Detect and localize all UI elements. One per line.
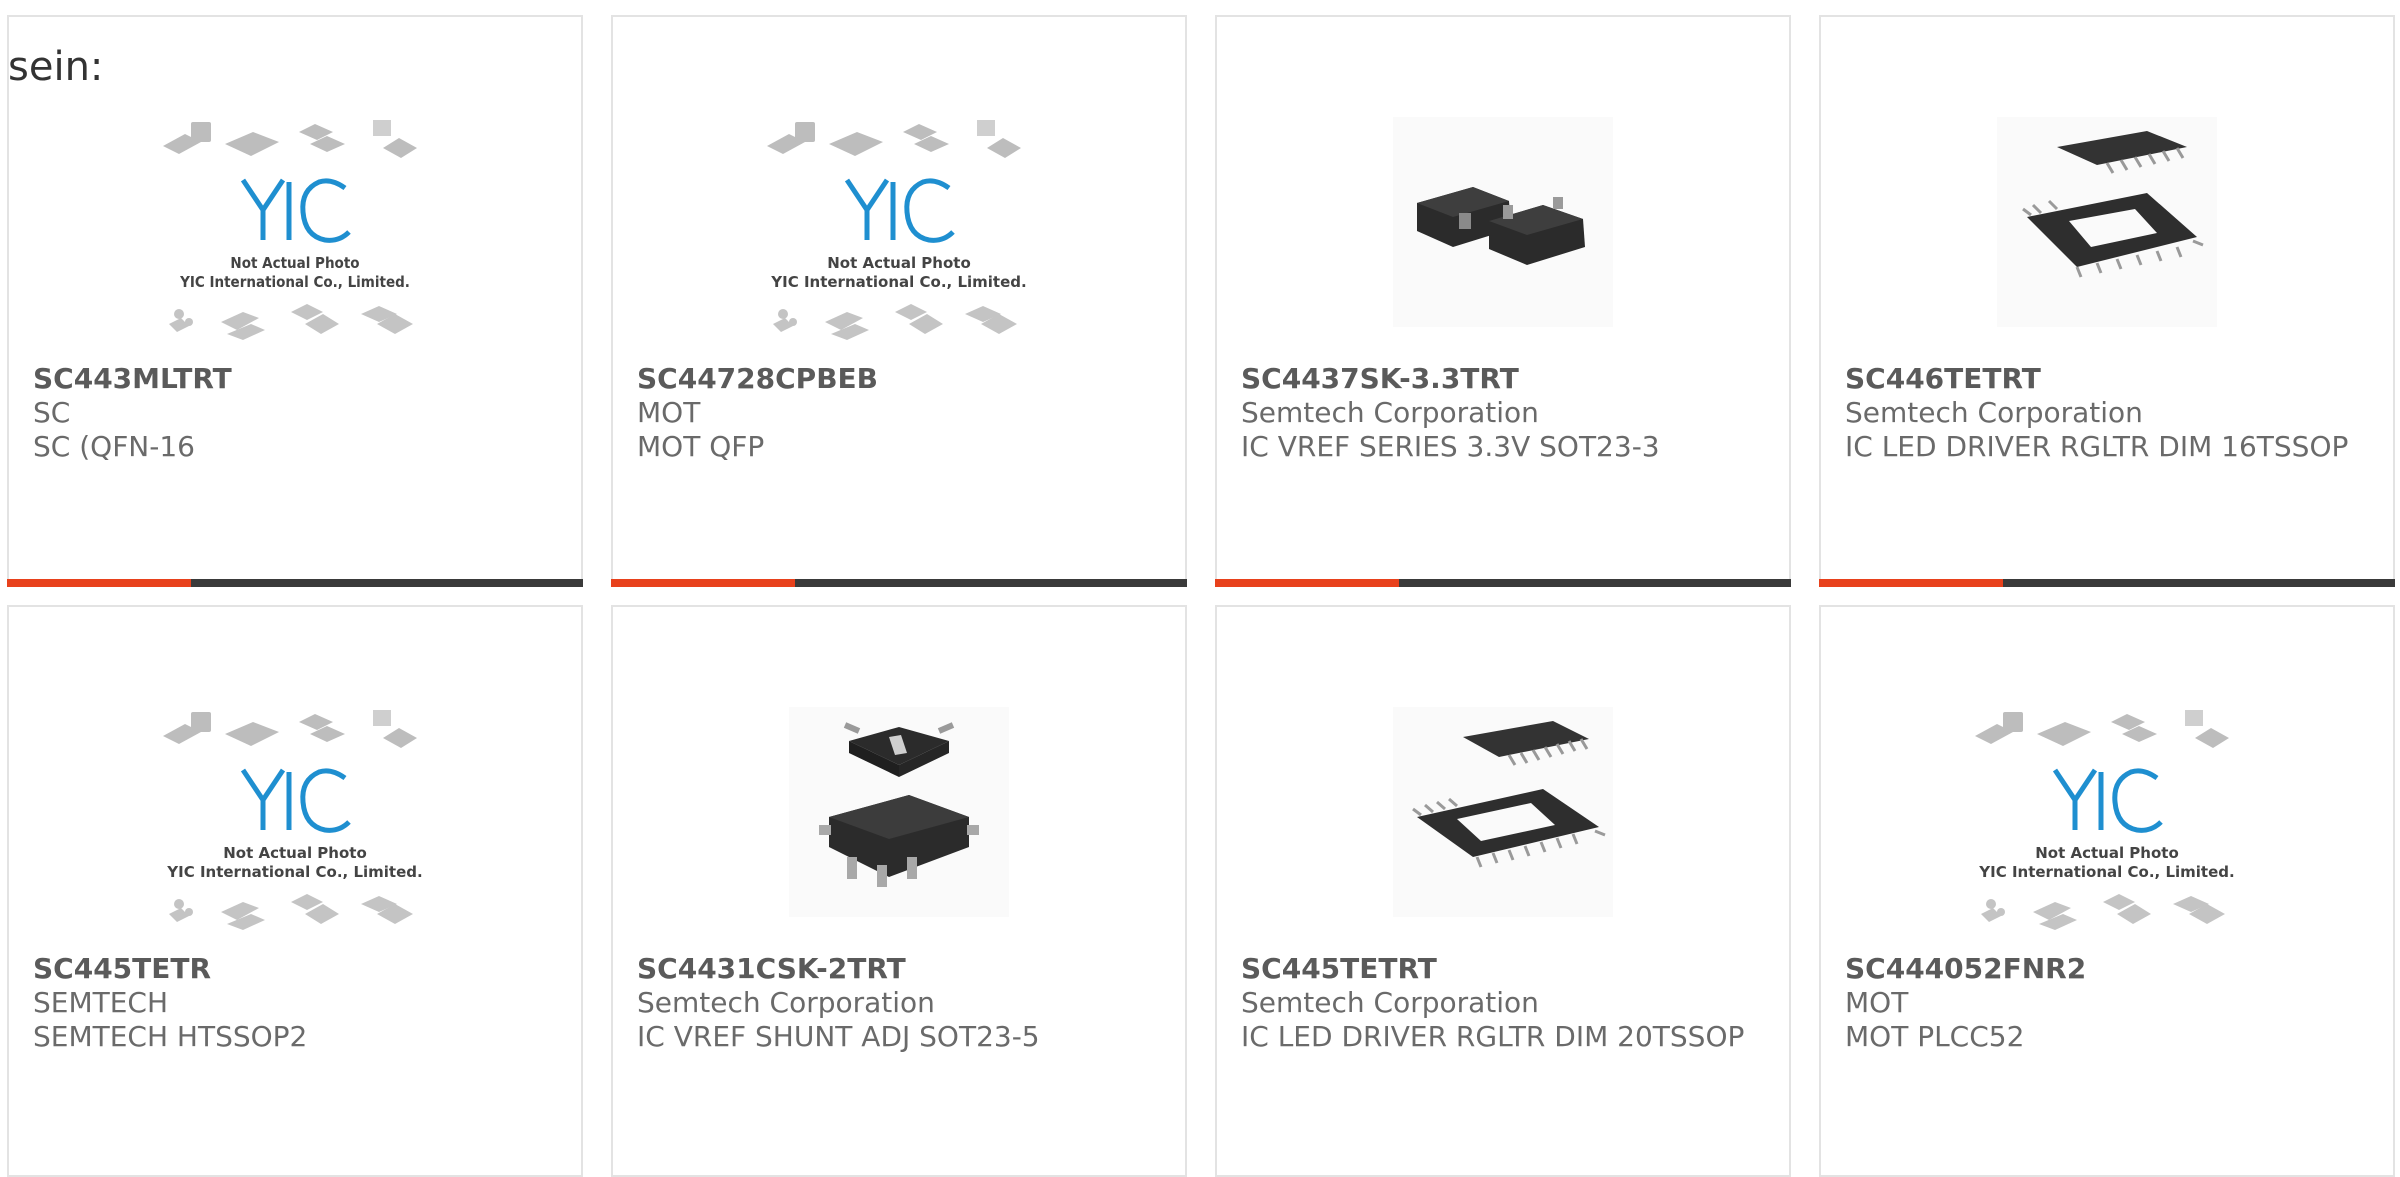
product-grid: Not Actual Photo YIC International Co., … [0, 0, 2400, 1177]
sot23-5-package-image [789, 706, 1009, 917]
manufacturer: Semtech Corporation [1241, 986, 1539, 1019]
placeholder-line2: YIC International Co., Limited. [770, 273, 1026, 291]
description: IC LED DRIVER RGLTR DIM 16TSSOP [1845, 430, 2349, 463]
card-bottom-bar [1215, 579, 1791, 587]
product-card[interactable]: Not Actual Photo YIC International Co., … [611, 15, 1187, 587]
product-info: SC444052FNR2 MOT MOT PLCC52 [1845, 952, 2373, 1054]
manufacturer: MOT [637, 396, 701, 429]
page-label: sein: [8, 44, 104, 90]
product-info: SC443MLTRT SC SC (QFN-16 [33, 362, 561, 464]
product-info: SC4431CSK-2TRT Semtech Corporation IC VR… [637, 952, 1165, 1054]
part-number[interactable]: SC446TETRT [1845, 362, 2373, 396]
product-image[interactable] [613, 669, 1185, 954]
placeholder-line1: Not Actual Photo [827, 254, 971, 272]
product-image[interactable]: Not Actual Photo YIC International Co., … [9, 79, 581, 364]
product-info: SC446TETRT Semtech Corporation IC LED DR… [1845, 362, 2373, 464]
product-card[interactable]: SC4431CSK-2TRT Semtech Corporation IC VR… [611, 605, 1187, 1177]
manufacturer: Semtech Corporation [1241, 396, 1539, 429]
part-number[interactable]: SC445TETR [33, 952, 561, 986]
part-number[interactable]: SC4431CSK-2TRT [637, 952, 1165, 986]
tssop20-package-image [1393, 706, 1613, 917]
part-number[interactable]: SC44728CPBEB [637, 362, 1165, 396]
description: IC VREF SERIES 3.3V SOT23-3 [1241, 430, 1660, 463]
part-number[interactable]: SC444052FNR2 [1845, 952, 2373, 986]
placeholder-line2: YIC International Co., Limited. [166, 863, 422, 881]
product-image[interactable]: Not Actual Photo YIC International Co., … [613, 79, 1185, 364]
yic-placeholder-image: Not Actual Photo YIC International Co., … [163, 709, 423, 930]
manufacturer: Semtech Corporation [1845, 396, 2143, 429]
placeholder-line2: YIC International Co., Limited. [1978, 863, 2234, 881]
product-card[interactable]: SC445TETRT Semtech Corporation IC LED DR… [1215, 605, 1791, 1177]
part-number[interactable]: SC445TETRT [1241, 952, 1769, 986]
product-image[interactable] [1217, 669, 1789, 954]
yic-placeholder-image: Not Actual Photo YIC International Co., … [163, 119, 417, 340]
yic-placeholder-image: Not Actual Photo YIC International Co., … [767, 119, 1027, 340]
product-card[interactable]: SC446TETRT Semtech Corporation IC LED DR… [1819, 15, 2395, 587]
yic-placeholder-image: Not Actual Photo YIC International Co., … [1975, 709, 2235, 930]
description: IC LED DRIVER RGLTR DIM 20TSSOP [1241, 1020, 1745, 1053]
tssop16-package-image [1997, 116, 2217, 327]
product-info: SC44728CPBEB MOT MOT QFP [637, 362, 1165, 464]
product-card[interactable]: SC4437SK-3.3TRT Semtech Corporation IC V… [1215, 15, 1791, 587]
product-image[interactable]: Not Actual Photo YIC International Co., … [1821, 669, 2393, 954]
part-number[interactable]: SC443MLTRT [33, 362, 561, 396]
manufacturer: Semtech Corporation [637, 986, 935, 1019]
part-number[interactable]: SC4437SK-3.3TRT [1241, 362, 1769, 396]
product-info: SC445TETRT Semtech Corporation IC LED DR… [1241, 952, 1769, 1054]
placeholder-line1: Not Actual Photo [223, 844, 367, 862]
manufacturer: SEMTECH [33, 986, 169, 1019]
description: SC (QFN-16 [33, 430, 195, 463]
product-card[interactable]: Not Actual Photo YIC International Co., … [7, 15, 583, 587]
product-card[interactable]: Not Actual Photo YIC International Co., … [7, 605, 583, 1177]
manufacturer: SC [33, 396, 71, 429]
placeholder-line1: Not Actual Photo [2035, 844, 2179, 862]
sot23-3-package-image [1393, 116, 1613, 327]
card-bottom-bar [7, 579, 583, 587]
description: MOT QFP [637, 430, 765, 463]
product-image[interactable] [1821, 79, 2393, 364]
description: MOT PLCC52 [1845, 1020, 2025, 1053]
description: IC VREF SHUNT ADJ SOT23-5 [637, 1020, 1040, 1053]
card-bottom-bar [611, 579, 1187, 587]
product-info: SC4437SK-3.3TRT Semtech Corporation IC V… [1241, 362, 1769, 464]
product-card[interactable]: Not Actual Photo YIC International Co., … [1819, 605, 2395, 1177]
manufacturer: MOT [1845, 986, 1909, 1019]
product-image[interactable]: Not Actual Photo YIC International Co., … [9, 669, 581, 954]
card-bottom-bar [1819, 579, 2395, 587]
product-info: SC445TETR SEMTECH SEMTECH HTSSOP2 [33, 952, 561, 1054]
placeholder-line1: Not Actual Photo [230, 254, 359, 272]
placeholder-line2: YIC International Co., Limited. [179, 273, 410, 291]
description: SEMTECH HTSSOP2 [33, 1020, 308, 1053]
product-image[interactable] [1217, 79, 1789, 364]
